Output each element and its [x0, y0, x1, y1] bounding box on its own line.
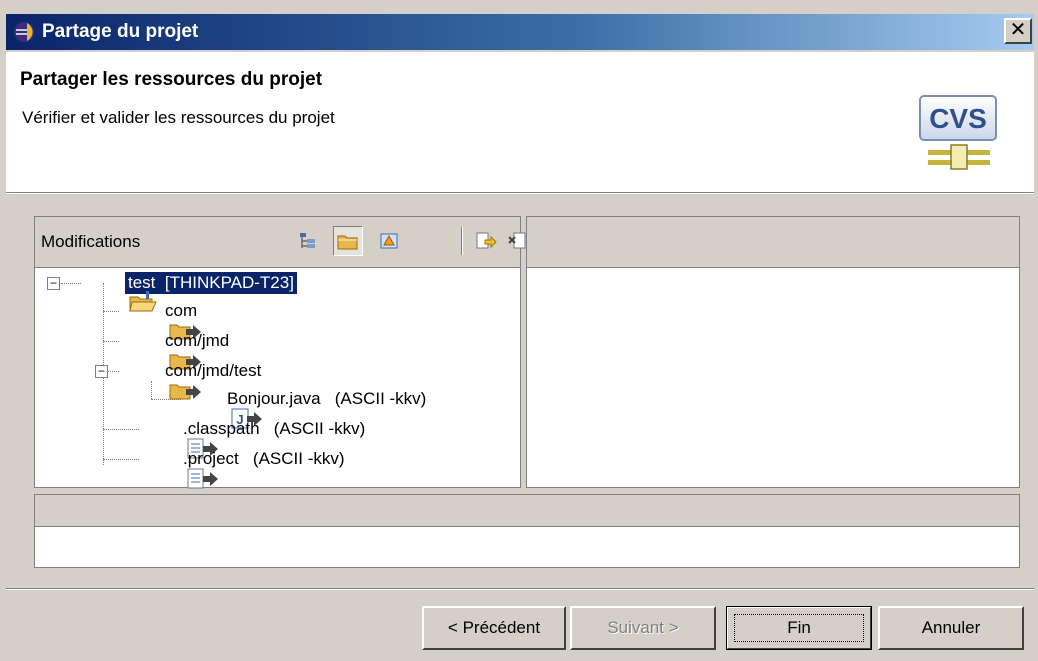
- close-icon: ✕: [1009, 19, 1027, 41]
- tree-item-file[interactable]: .project (ASCII -kkv): [139, 445, 345, 489]
- detail-pane[interactable]: [526, 216, 1020, 488]
- tree-item-folder[interactable]: com: [121, 297, 202, 340]
- compressed-folders-icon[interactable]: [333, 226, 363, 256]
- cancel-button[interactable]: Annuler: [878, 606, 1024, 650]
- changes-tree[interactable]: − − test [THINKPAD-T23] com com/jmd com/…: [35, 269, 520, 489]
- tree-item-project[interactable]: test [THINKPAD-T23]: [81, 269, 298, 312]
- toolbar-separator: [461, 227, 463, 255]
- eclipse-icon: [12, 20, 36, 44]
- tree-item-label: Bonjour.java (ASCII -kkv): [227, 389, 427, 408]
- comment-panel-header: [35, 495, 1019, 527]
- wizard-header: Partager les ressources du projet Vérifi…: [6, 52, 1034, 192]
- tree-item-label: com/jmd/test: [165, 361, 262, 380]
- outgoing-java-file-icon: J: [183, 387, 263, 429]
- outgoing-folder-icon: [121, 299, 202, 340]
- tree-item-folder[interactable]: com/jmd/test: [121, 357, 262, 400]
- outgoing-file-icon: [139, 417, 219, 459]
- project-folder-icon: [81, 271, 158, 312]
- window-title: Partage du projet: [42, 21, 199, 42]
- share-project-dialog: Partage du projet ✕ Partager les ressour…: [0, 0, 1038, 661]
- title-bar[interactable]: Partage du projet ✕: [6, 14, 1034, 50]
- back-button[interactable]: < Précédent: [422, 606, 566, 650]
- outgoing-folder-icon: [121, 329, 202, 370]
- button-bar-separator: [6, 588, 1034, 590]
- tree-item-folder[interactable]: com/jmd: [121, 327, 230, 370]
- tree-item-label: .project (ASCII -kkv): [183, 449, 345, 468]
- cvs-logo: CVS: [918, 94, 1002, 174]
- tree-item-label: .classpath (ASCII -kkv): [183, 419, 366, 438]
- close-button[interactable]: ✕: [1004, 18, 1032, 44]
- changes-pane-title: Modifications: [41, 232, 141, 251]
- changes-pane: Modifications − − test [THINKPAD-T23] co…: [34, 216, 526, 489]
- outgoing-file-icon: [139, 447, 219, 489]
- cancel-button-label: Annuler: [921, 618, 981, 637]
- tree-layout-icon[interactable]: [293, 226, 323, 256]
- header-separator: [6, 192, 1034, 194]
- outgoing-folder-icon: [121, 359, 202, 400]
- back-button-label: < Précédent: [447, 618, 541, 637]
- next-button-label: Suivant >: [607, 618, 679, 637]
- detail-pane-header: [527, 217, 1019, 268]
- cvs-logo-text: CVS: [929, 103, 987, 134]
- tree-item-file[interactable]: J Bonjour.java (ASCII -kkv): [183, 385, 427, 429]
- page-description: Vérifier et valider les ressources du pr…: [22, 108, 335, 127]
- collapse-com-jmd-test-toggle[interactable]: −: [95, 365, 108, 378]
- collapse-test-toggle[interactable]: −: [47, 277, 60, 290]
- comment-panel[interactable]: [34, 494, 1020, 568]
- focus-ring: [734, 614, 864, 642]
- commit-icon[interactable]: [471, 226, 501, 256]
- page-title: Partager les ressources du projet: [20, 69, 323, 90]
- tree-item-label: com: [165, 301, 198, 320]
- model-sync-icon[interactable]: [375, 226, 405, 256]
- tree-item-file[interactable]: .classpath (ASCII -kkv): [139, 415, 366, 459]
- finish-button[interactable]: Fin: [726, 606, 872, 650]
- next-button[interactable]: Suivant >: [570, 606, 716, 650]
- tree-item-label: com/jmd: [165, 331, 230, 350]
- changes-pane-toolbar: Modifications: [35, 217, 526, 268]
